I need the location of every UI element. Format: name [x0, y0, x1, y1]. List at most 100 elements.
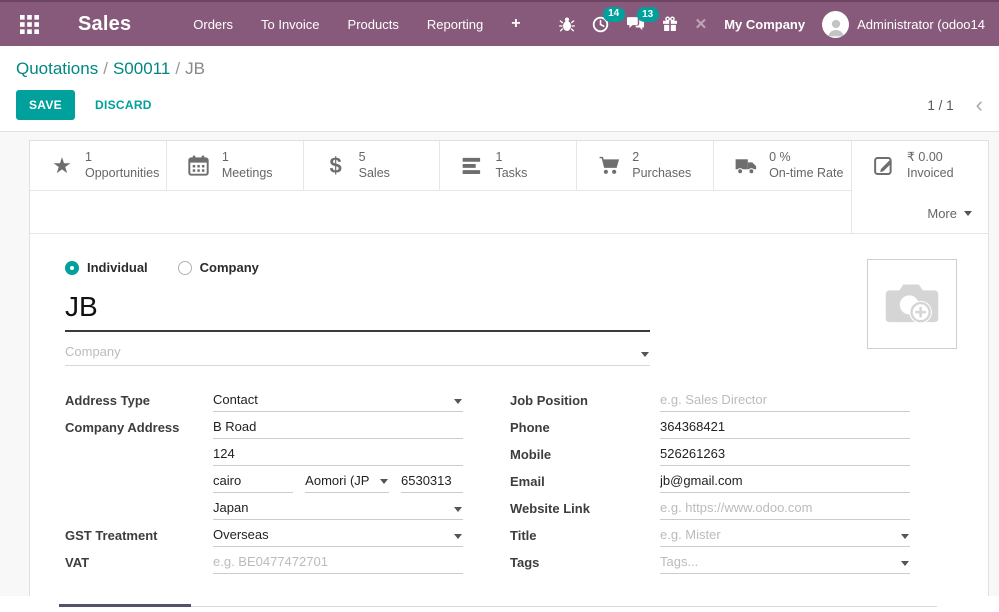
city-input[interactable]	[213, 471, 293, 493]
title-label: Title	[510, 525, 660, 543]
tabs-top-border	[191, 606, 937, 607]
stat-button-sales[interactable]: $ 5Sales	[304, 141, 441, 190]
menu-reporting[interactable]: Reporting	[417, 11, 493, 38]
pager: 1 / 1 ‹	[927, 98, 983, 113]
stat-label: Opportunities	[85, 166, 159, 182]
notebook-tabs-strip[interactable]	[59, 603, 937, 607]
chevron-down-icon[interactable]	[901, 534, 909, 539]
address-type-label: Address Type	[65, 390, 213, 408]
stat-value: 1	[222, 150, 273, 166]
company-field	[65, 337, 650, 366]
cart-icon	[597, 156, 621, 175]
close-icon[interactable]: ✕	[695, 15, 708, 33]
breadcrumb: Quotations/S00011/JB	[0, 46, 999, 83]
company-input[interactable]	[65, 337, 650, 366]
add-menu-button[interactable]: +	[501, 11, 530, 37]
user-name: Administrator (odoo14	[857, 17, 985, 32]
stat-button-ontime-rate[interactable]: 0 %On-time Rate	[714, 141, 851, 190]
star-icon: ★	[50, 155, 74, 177]
company-switcher[interactable]: My Company	[724, 17, 805, 32]
gift-icon[interactable]	[662, 16, 678, 32]
mobile-input[interactable]	[660, 444, 910, 466]
more-label: More	[927, 206, 957, 221]
save-button[interactable]: SAVE	[16, 90, 75, 120]
gst-treatment-select[interactable]	[213, 525, 463, 547]
stat-button-meetings[interactable]: 1Meetings	[167, 141, 304, 190]
zip-input[interactable]	[401, 471, 463, 493]
street-input[interactable]	[213, 417, 463, 439]
chevron-down-icon[interactable]	[454, 507, 462, 512]
discard-button[interactable]: DISCARD	[83, 91, 164, 119]
chevron-down-icon[interactable]	[454, 399, 462, 404]
country-select[interactable]	[213, 498, 463, 520]
systray: 14 13 ✕ My Company Administrator (odoo14	[559, 11, 985, 38]
activities-clock-icon[interactable]: 14	[592, 16, 609, 33]
state-select[interactable]	[305, 471, 389, 493]
stat-label: Sales	[359, 166, 390, 182]
contact-image-upload[interactable]	[867, 259, 957, 349]
street2-input[interactable]	[213, 444, 463, 466]
main-menu: Orders To Invoice Products Reporting +	[183, 11, 530, 38]
pager-value: 1 / 1	[927, 98, 953, 113]
breadcrumb-s00011[interactable]: S00011	[113, 59, 170, 78]
messages-icon[interactable]: 13	[626, 16, 645, 32]
radio-individual-icon	[65, 261, 79, 275]
form-background: ★ 1Opportunities 1Meetings $ 5Sales	[0, 132, 999, 596]
menu-to-invoice[interactable]: To Invoice	[251, 11, 330, 38]
messages-count-badge: 13	[637, 7, 659, 22]
tags-label: Tags	[510, 552, 660, 570]
website-input[interactable]	[660, 498, 910, 520]
radio-company[interactable]: Company	[178, 260, 259, 275]
stat-value: 1	[85, 150, 159, 166]
chevron-down-icon[interactable]	[901, 561, 909, 566]
job-position-input[interactable]	[660, 390, 910, 412]
active-tab-top-border	[59, 604, 191, 607]
chevron-down-icon[interactable]	[641, 352, 649, 357]
stat-button-purchases[interactable]: 2Purchases	[577, 141, 714, 190]
stat-button-invoiced[interactable]: ₹ 0.00Invoiced	[852, 141, 988, 191]
menu-orders[interactable]: Orders	[183, 11, 243, 38]
form-right-column: Job Position Phone Mobile	[510, 390, 910, 579]
radio-individual[interactable]: Individual	[65, 260, 148, 275]
stat-label: Purchases	[632, 166, 691, 182]
title-select[interactable]	[660, 525, 910, 547]
contact-name-input[interactable]	[65, 278, 650, 332]
stat-box-right: ₹ 0.00Invoiced More	[851, 141, 988, 233]
vat-input[interactable]	[213, 552, 463, 574]
email-input[interactable]	[660, 471, 910, 493]
stat-value: 1	[495, 150, 527, 166]
user-menu[interactable]: Administrator (odoo14	[822, 11, 985, 38]
menu-products[interactable]: Products	[338, 11, 409, 38]
stat-value: ₹ 0.00	[907, 150, 954, 166]
form-left-column: Address Type Company Address	[65, 390, 463, 579]
app-title[interactable]: Sales	[78, 13, 131, 36]
apps-grid-icon[interactable]	[20, 14, 40, 34]
radio-company-label: Company	[200, 260, 259, 275]
breadcrumb-current: JB	[185, 59, 205, 78]
tasks-icon	[460, 157, 484, 175]
stat-button-opportunities[interactable]: ★ 1Opportunities	[30, 141, 167, 190]
invoice-icon	[872, 156, 896, 176]
stat-value: 2	[632, 150, 691, 166]
form-sheet: ★ 1Opportunities 1Meetings $ 5Sales	[29, 140, 989, 596]
chevron-down-icon[interactable]	[380, 479, 388, 484]
stat-label: Meetings	[222, 166, 273, 182]
mobile-label: Mobile	[510, 444, 660, 462]
company-type-radios: Individual Company	[65, 260, 953, 275]
email-label: Email	[510, 471, 660, 489]
radio-company-icon	[178, 261, 192, 275]
pager-previous-icon[interactable]: ‹	[976, 98, 983, 112]
address-type-select[interactable]	[213, 390, 463, 412]
tags-select[interactable]	[660, 552, 910, 574]
website-link-label: Website Link	[510, 498, 660, 516]
stat-label: Tasks	[495, 166, 527, 182]
phone-input[interactable]	[660, 417, 910, 439]
chevron-down-icon[interactable]	[454, 534, 462, 539]
stat-button-tasks[interactable]: 1Tasks	[440, 141, 577, 190]
stat-button-box: ★ 1Opportunities 1Meetings $ 5Sales	[30, 141, 988, 234]
more-button[interactable]: More	[927, 206, 988, 233]
bug-icon[interactable]	[559, 16, 575, 32]
breadcrumb-quotations[interactable]: Quotations	[16, 59, 98, 78]
stat-value: 5	[359, 150, 390, 166]
user-avatar-icon	[822, 11, 849, 38]
